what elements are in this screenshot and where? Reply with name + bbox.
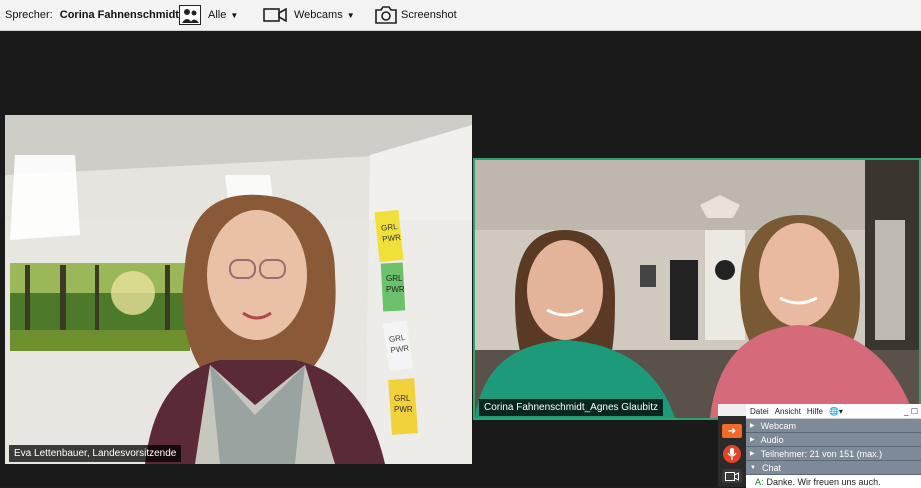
- webcams-label: Webcams: [294, 9, 343, 21]
- microphone-icon[interactable]: [723, 445, 741, 463]
- section-participants[interactable]: ▶ Teilnehmer: 21 von 151 (max.): [746, 447, 921, 461]
- section-chat[interactable]: ▼ Chat: [746, 461, 921, 475]
- svg-text:GRL: GRL: [394, 394, 411, 403]
- video-tile-corina-agnes[interactable]: Corina Fahnenschmidt_Agnes Glaubitz: [473, 158, 921, 420]
- camera-icon: [375, 6, 397, 24]
- menu-file[interactable]: Datei: [750, 407, 769, 416]
- menu-help[interactable]: Hilfe: [807, 407, 823, 416]
- chat-author: A:: [755, 476, 764, 487]
- globe-icon[interactable]: 🌐▾: [829, 407, 843, 416]
- screenshot-button[interactable]: Screenshot: [375, 0, 457, 30]
- minimize-icon[interactable]: _ ☐: [904, 407, 918, 416]
- chevron-down-icon: ▼: [230, 10, 239, 20]
- meeting-side-panel: ➜ Datei Ansicht Hilfe 🌐▾ _ ☐ ▶ Webcam ▶ …: [718, 404, 921, 488]
- section-webcam-label: Webcam: [760, 420, 796, 431]
- people-icon: [179, 5, 201, 25]
- video-camera-icon: [263, 8, 287, 22]
- webcams-dropdown[interactable]: Webcams ▼: [263, 0, 355, 30]
- screenshot-label: Screenshot: [401, 9, 457, 21]
- participant-name-tag: Corina Fahnenschmidt_Agnes Glaubitz: [479, 399, 663, 416]
- chevron-right-icon: ▶: [750, 451, 755, 457]
- speaker-label: Sprecher:: [5, 9, 53, 21]
- menu-view[interactable]: Ansicht: [775, 407, 801, 416]
- panel-menubar: Datei Ansicht Hilfe 🌐▾ _ ☐: [746, 404, 921, 419]
- webcam-feed-image: [475, 160, 919, 418]
- panel-main: Datei Ansicht Hilfe 🌐▾ _ ☐ ▶ Webcam ▶ Au…: [746, 404, 921, 488]
- svg-text:PWR: PWR: [386, 285, 405, 294]
- chat-text: Danke. Wir freuen uns auch.: [766, 476, 881, 487]
- participant-name-tag: Eva Lettenbauer, Landesvorsitzende: [9, 445, 182, 462]
- svg-text:GRL: GRL: [386, 274, 403, 283]
- svg-text:PWR: PWR: [394, 405, 413, 414]
- people-filter-dropdown[interactable]: Alle ▼: [179, 0, 238, 30]
- chat-message: A: Danke. Wir freuen uns auch.: [746, 475, 921, 488]
- webcam-toggle-icon[interactable]: [722, 469, 742, 483]
- arrow-right-icon[interactable]: ➜: [722, 424, 742, 438]
- quick-actions-bar: ➜: [718, 416, 746, 487]
- chevron-right-icon: ▶: [750, 437, 755, 443]
- section-webcam[interactable]: ▶ Webcam: [746, 419, 921, 433]
- section-audio-label: Audio: [760, 434, 784, 445]
- top-toolbar: Sprecher: Corina Fahnenschmidt... Alle ▼…: [0, 0, 921, 31]
- section-chat-label: Chat: [761, 462, 781, 473]
- speaker-indicator: Sprecher: Corina Fahnenschmidt...: [5, 9, 188, 21]
- webcam-feed-image: GRL PWR GRL PWR GRL PWR GRL PWR: [5, 115, 472, 464]
- chevron-down-icon: ▼: [346, 10, 355, 20]
- section-audio[interactable]: ▶ Audio: [746, 433, 921, 447]
- svg-text:GRL: GRL: [381, 222, 399, 233]
- video-tile-eva[interactable]: GRL PWR GRL PWR GRL PWR GRL PWR Eva Lett…: [5, 115, 472, 464]
- speaker-name: Corina Fahnenschmidt...: [59, 9, 189, 21]
- chevron-right-icon: ▶: [750, 423, 755, 429]
- people-filter-label: Alle: [208, 9, 227, 21]
- section-participants-label: Teilnehmer: 21 von 151 (max.): [760, 448, 883, 459]
- chevron-down-icon: ▼: [750, 464, 756, 471]
